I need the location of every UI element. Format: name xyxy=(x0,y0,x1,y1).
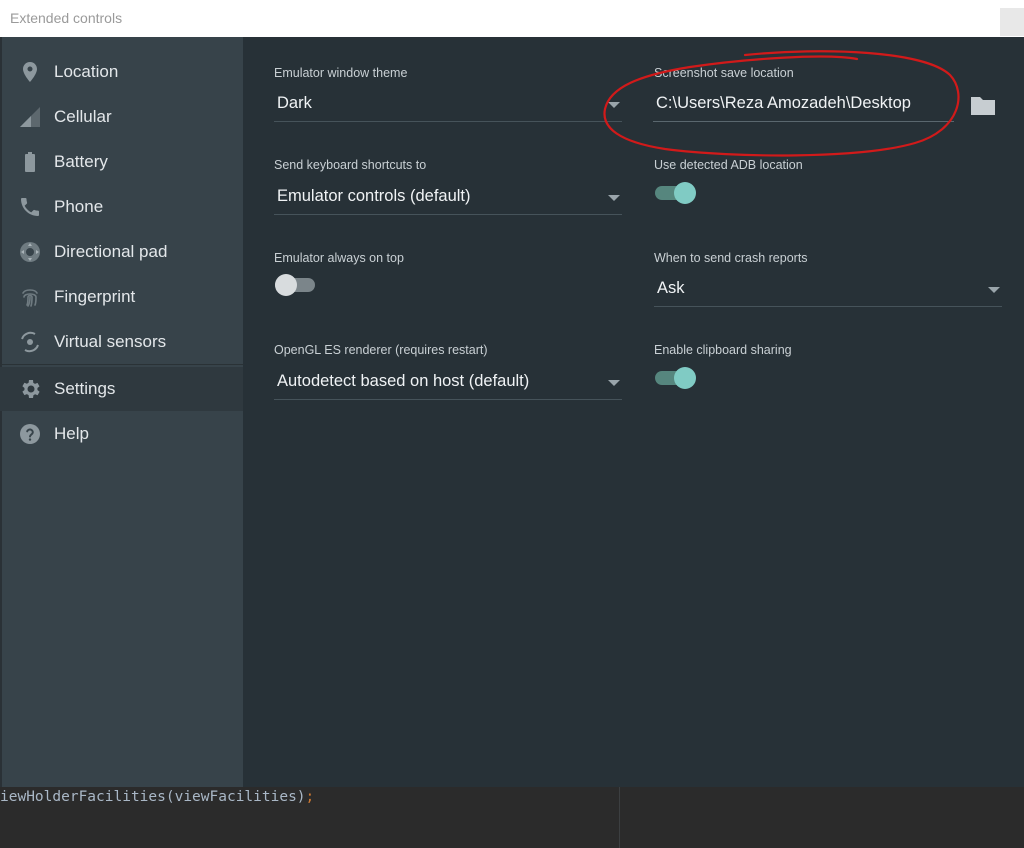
sidebar-item-label: Settings xyxy=(54,379,116,398)
sidebar-divider xyxy=(0,364,243,365)
sidebar-item-location[interactable]: Location xyxy=(0,50,243,94)
battery-icon xyxy=(25,152,35,172)
code-editor-pane: iewHolderFacilities(viewFacilities); xyxy=(0,787,1024,848)
sidebar-item-battery[interactable]: Battery xyxy=(0,140,243,184)
screenshot-path-input[interactable]: C:\Users\Reza Amozadeh\Desktop xyxy=(653,88,954,122)
chevron-down-icon xyxy=(608,380,620,386)
crash-label: When to send crash reports xyxy=(654,251,808,265)
gear-icon xyxy=(22,380,40,398)
sidebar-item-label: Battery xyxy=(54,152,108,171)
sidebar-item-directional-pad[interactable]: Directional pad xyxy=(0,230,243,274)
shortcuts-label: Send keyboard shortcuts to xyxy=(274,158,427,172)
clipboard-toggle[interactable] xyxy=(655,366,697,390)
toggle-knob xyxy=(674,182,696,204)
theme-value: Dark xyxy=(277,94,312,112)
code-line: iewHolderFacilities(viewFacilities); xyxy=(0,789,314,805)
screenshot-label: Screenshot save location xyxy=(654,66,794,80)
phone-icon xyxy=(21,198,39,216)
clipboard-label: Enable clipboard sharing xyxy=(654,343,792,357)
editor-split-divider xyxy=(619,787,620,848)
folder-icon[interactable] xyxy=(969,93,997,117)
adb-label: Use detected ADB location xyxy=(654,158,803,172)
sidebar-item-phone[interactable]: Phone xyxy=(0,185,243,229)
sidebar-item-settings[interactable]: Settings xyxy=(0,367,243,411)
shortcuts-dropdown[interactable]: Emulator controls (default) xyxy=(274,181,622,215)
sidebar-item-cellular[interactable]: Cellular xyxy=(0,95,243,139)
window-titlebar: Extended controls xyxy=(0,0,1024,37)
chevron-down-icon xyxy=(608,195,620,201)
toggle-knob xyxy=(275,274,297,296)
help-icon xyxy=(20,424,40,444)
theme-dropdown[interactable]: Dark xyxy=(274,88,622,122)
cellular-signal-icon xyxy=(20,107,40,127)
on-top-toggle[interactable] xyxy=(275,273,317,297)
opengl-value: Autodetect based on host (default) xyxy=(277,372,530,390)
toggle-knob xyxy=(674,367,696,389)
window-title: Extended controls xyxy=(10,10,123,26)
sidebar: Location Cellular Battery Phone Directio… xyxy=(0,37,243,787)
sidebar-item-label: Phone xyxy=(54,197,104,216)
adb-toggle[interactable] xyxy=(655,181,697,205)
opengl-dropdown[interactable]: Autodetect based on host (default) xyxy=(274,366,622,400)
sidebar-item-label: Location xyxy=(54,62,119,81)
sidebar-item-label: Directional pad xyxy=(54,242,168,261)
crash-value: Ask xyxy=(657,279,685,297)
settings-panel xyxy=(243,37,1024,787)
fingerprint-icon xyxy=(22,289,38,307)
sidebar-item-label: Cellular xyxy=(54,107,112,126)
chevron-down-icon xyxy=(988,287,1000,293)
location-pin-icon xyxy=(23,62,37,82)
shortcuts-value: Emulator controls (default) xyxy=(277,187,471,205)
dpad-icon xyxy=(20,242,40,262)
sidebar-item-label: Help xyxy=(54,424,89,443)
window-close-button[interactable] xyxy=(1000,8,1024,36)
rotate-sensor-icon xyxy=(21,331,39,353)
code-text: iewHolderFacilities(viewFacilities) xyxy=(0,789,306,805)
sidebar-item-virtual-sensors[interactable]: Virtual sensors xyxy=(0,320,243,364)
sidebar-item-label: Fingerprint xyxy=(54,287,136,306)
sidebar-item-help[interactable]: Help xyxy=(0,412,243,456)
sidebar-item-fingerprint[interactable]: Fingerprint xyxy=(0,275,243,319)
chevron-down-icon xyxy=(608,102,620,108)
opengl-label: OpenGL ES renderer (requires restart) xyxy=(274,343,488,357)
theme-label: Emulator window theme xyxy=(274,66,408,80)
crash-dropdown[interactable]: Ask xyxy=(654,273,1002,307)
screenshot-path-value: C:\Users\Reza Amozadeh\Desktop xyxy=(656,94,911,112)
sidebar-item-label: Virtual sensors xyxy=(54,332,167,351)
on-top-label: Emulator always on top xyxy=(274,251,404,265)
code-semicolon: ; xyxy=(305,789,315,805)
